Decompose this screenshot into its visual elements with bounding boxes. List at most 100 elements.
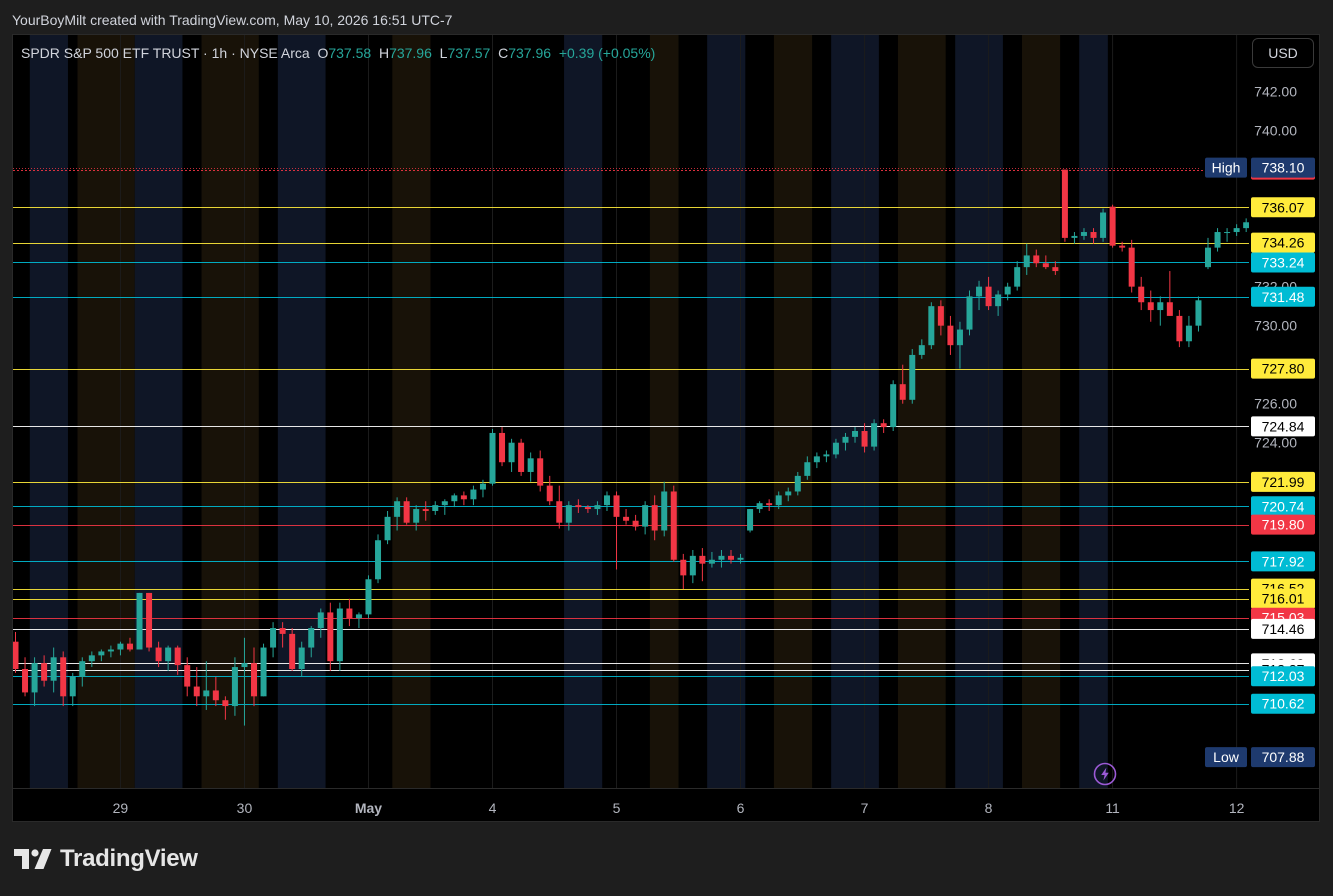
candle-body (995, 294, 1002, 307)
candle-body (146, 592, 153, 648)
candle-body (880, 423, 887, 428)
chart-area[interactable]: 742.00740.00732.00730.00726.00724.00738.… (12, 34, 1320, 822)
candle-body (1214, 232, 1221, 248)
high-tag-label: High (1212, 160, 1241, 176)
price-tick-label: 724.00 (1254, 435, 1297, 451)
session-band (134, 35, 183, 788)
candle-body (556, 501, 563, 523)
candle-body (565, 505, 572, 523)
candle-body (708, 559, 715, 564)
candle-body (699, 555, 706, 564)
level-price-label: 712.03 (1262, 668, 1305, 684)
session-band (897, 35, 946, 788)
candle-body (1128, 247, 1135, 287)
candle-body (728, 555, 734, 560)
level-lines (13, 168, 1249, 705)
candle-body (1157, 302, 1164, 311)
candle-body (251, 663, 257, 697)
session-band (707, 35, 746, 788)
candle-body (499, 432, 506, 463)
candle-body (212, 690, 219, 701)
candle-body (355, 614, 362, 619)
candle-body (1224, 232, 1231, 234)
session-band (955, 35, 1003, 788)
candle-body (718, 555, 725, 560)
candle-body (260, 647, 267, 697)
candle-body (298, 647, 305, 670)
candle-body (575, 505, 582, 508)
date-tick-label: 12 (1229, 800, 1245, 816)
candlestick-chart[interactable]: 742.00740.00732.00730.00726.00724.00738.… (13, 35, 1320, 822)
candle-body (1033, 255, 1040, 264)
session-band (201, 35, 259, 788)
date-tick-label: 11 (1105, 800, 1120, 816)
candle-body (966, 296, 973, 330)
candle-body (384, 516, 391, 541)
candle-body (985, 286, 992, 307)
candle-body (737, 557, 744, 560)
candle-body (174, 647, 181, 666)
candle-body (1166, 302, 1173, 316)
candle-body (50, 657, 57, 681)
level-price-label: 736.07 (1262, 199, 1305, 215)
candle-body (1147, 302, 1154, 311)
candle-body (747, 509, 754, 531)
candle-body (155, 647, 162, 662)
candle-body (1014, 267, 1021, 287)
candle-body (670, 491, 677, 560)
session-bands (29, 35, 1108, 788)
date-tick-label: 4 (489, 800, 497, 816)
level-price-label: 731.48 (1262, 289, 1305, 305)
candle-body (317, 612, 324, 629)
candle-body (1119, 245, 1126, 248)
session-band (1021, 35, 1061, 788)
candle-body (193, 686, 200, 697)
level-price-label: 710.62 (1262, 696, 1305, 712)
candle-body (365, 579, 372, 615)
candle-body (279, 628, 286, 634)
level-price-label: 720.74 (1262, 498, 1305, 514)
session-band (831, 35, 879, 788)
session-band (392, 35, 431, 788)
candle-body (1023, 255, 1030, 268)
tradingview-brand[interactable]: TradingView (14, 845, 198, 873)
symbol-label[interactable]: SPDR S&P 500 ETF TRUST · 1h · NYSE Arca (21, 45, 310, 61)
candle-body (13, 641, 19, 670)
level-price-label: 724.84 (1262, 418, 1305, 434)
candle-body (460, 495, 467, 500)
candle-body (832, 442, 839, 455)
date-tick-label: May (355, 800, 382, 816)
candle-body (69, 676, 76, 697)
candle-body (947, 325, 954, 346)
candle-body (60, 657, 67, 697)
candle-body (1195, 300, 1202, 326)
candle-body (527, 458, 534, 472)
lightning-icon[interactable] (1093, 762, 1117, 786)
candle-body (584, 507, 591, 510)
candle-body (813, 456, 820, 463)
candle-body (88, 655, 95, 662)
price-tick-label: 740.00 (1254, 123, 1297, 139)
candle-body (1109, 206, 1116, 246)
candle-body (98, 651, 105, 656)
candle-body (1090, 232, 1097, 238)
session-band (564, 35, 603, 788)
candle-body (651, 505, 658, 531)
candle-body (680, 559, 687, 576)
chart-caption: YourBoyMilt created with TradingView.com… (12, 12, 453, 28)
candle-body (852, 431, 859, 437)
candle-body (375, 540, 382, 580)
high-label: H (378, 45, 390, 61)
tradingview-logo-icon (14, 849, 52, 869)
low-value: 737.57 (447, 45, 491, 61)
candle-body (689, 555, 696, 576)
candle-body (1205, 247, 1211, 268)
candle-body (1004, 286, 1011, 295)
candle-body (1052, 267, 1059, 272)
currency-button[interactable]: USD (1252, 38, 1314, 68)
candle-body (918, 345, 925, 355)
candle-body (603, 495, 610, 506)
candle-body (928, 306, 935, 346)
candle-body (308, 628, 315, 648)
level-price-label: 734.26 (1262, 235, 1305, 251)
